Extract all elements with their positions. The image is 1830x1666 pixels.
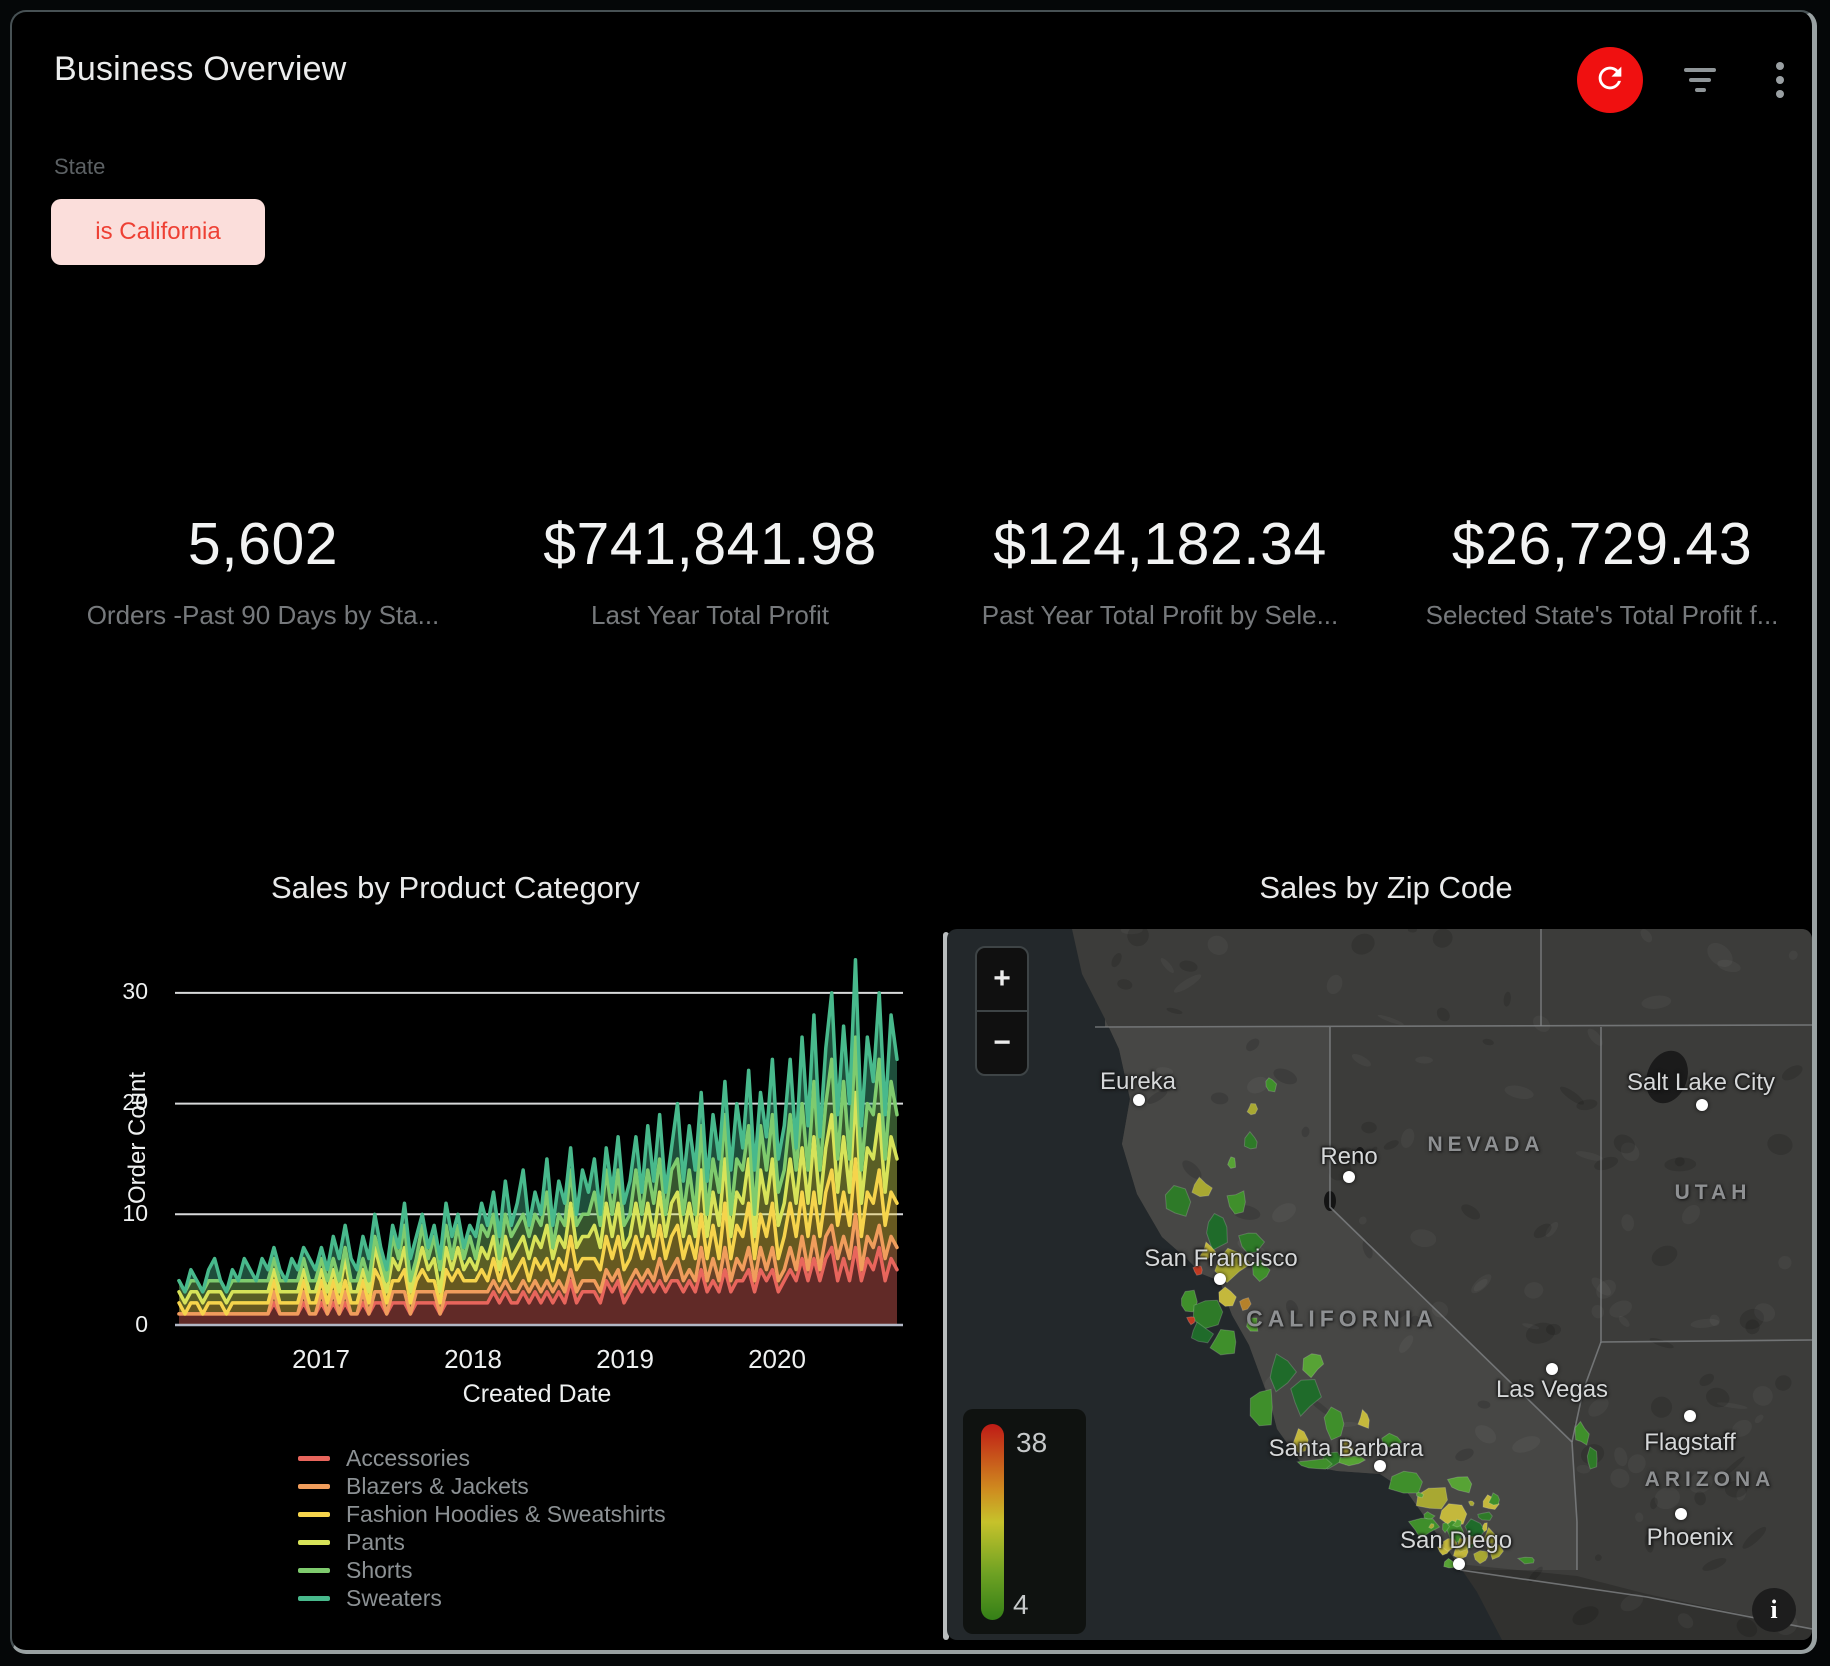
kpi-value: $26,729.43 bbox=[1377, 510, 1817, 578]
kebab-menu-icon bbox=[1776, 62, 1784, 70]
city-label-san-diego: San Diego bbox=[1400, 1527, 1512, 1555]
filter-label: State bbox=[54, 154, 105, 180]
category-area-chart[interactable] bbox=[175, 952, 903, 1330]
legend-swatch bbox=[298, 1512, 330, 1517]
x-tick-2019: 2019 bbox=[585, 1344, 665, 1375]
city-dot bbox=[1675, 1508, 1687, 1520]
zip-code-map[interactable]: Eureka Salt Lake City Reno San Francisco… bbox=[947, 929, 1812, 1640]
legend-swatch bbox=[298, 1568, 330, 1573]
legend-item[interactable]: Accessories bbox=[298, 1444, 666, 1472]
city-label-phoenix: Phoenix bbox=[1647, 1524, 1734, 1552]
city-dot bbox=[1684, 1410, 1696, 1422]
zoom-in-button[interactable]: + bbox=[977, 948, 1027, 1010]
state-label-nevada: NEVADA bbox=[1427, 1133, 1544, 1157]
kpi-last-year-profit: $741,841.98 Last Year Total Profit bbox=[485, 510, 935, 631]
page-title: Business Overview bbox=[54, 50, 347, 89]
legend-label: Accessories bbox=[346, 1445, 470, 1472]
x-tick-2018: 2018 bbox=[433, 1344, 513, 1375]
city-label-eureka: Eureka bbox=[1100, 1068, 1176, 1096]
y-tick-0: 0 bbox=[98, 1311, 148, 1338]
city-dot bbox=[1453, 1558, 1465, 1570]
legend-label: Pants bbox=[346, 1529, 405, 1556]
dashboard-window: Business Overview State is California 5,… bbox=[10, 10, 1817, 1654]
city-label-salt-lake-city: Salt Lake City bbox=[1627, 1069, 1775, 1097]
refresh-button[interactable] bbox=[1577, 47, 1643, 113]
x-tick-2017: 2017 bbox=[281, 1344, 361, 1375]
legend-label: Sweaters bbox=[346, 1585, 442, 1612]
legend-swatch bbox=[298, 1484, 330, 1489]
dashboard-menu-button[interactable] bbox=[1758, 58, 1802, 102]
legend-item[interactable]: Blazers & Jackets bbox=[298, 1472, 666, 1500]
kpi-value: $741,841.98 bbox=[485, 510, 935, 578]
state-label-utah: UTAH bbox=[1675, 1181, 1752, 1205]
legend-label: Shorts bbox=[346, 1557, 412, 1584]
map-chart-title: Sales by Zip Code bbox=[1241, 870, 1531, 906]
city-dot bbox=[1214, 1273, 1226, 1285]
legend-item[interactable]: Pants bbox=[298, 1528, 666, 1556]
kebab-menu-icon bbox=[1776, 76, 1784, 84]
city-label-las-vegas: Las Vegas bbox=[1496, 1376, 1608, 1404]
legend-item[interactable]: Fashion Hoodies & Sweatshirts bbox=[298, 1500, 666, 1528]
city-dot bbox=[1343, 1171, 1355, 1183]
kpi-label: Orders -Past 90 Days by Sta... bbox=[38, 600, 488, 631]
state-label-arizona: ARIZONA bbox=[1645, 1468, 1776, 1492]
map-info-button[interactable]: i bbox=[1752, 1588, 1796, 1632]
legend-label: Blazers & Jackets bbox=[346, 1473, 529, 1500]
state-label-california: CALIFORNIA bbox=[1246, 1306, 1438, 1333]
y-tick-30: 30 bbox=[98, 978, 148, 1005]
y-tick-10: 10 bbox=[98, 1200, 148, 1227]
zoom-out-button[interactable]: − bbox=[977, 1012, 1027, 1074]
kpi-label: Past Year Total Profit by Sele... bbox=[935, 600, 1385, 631]
kpi-label: Selected State's Total Profit f... bbox=[1377, 600, 1817, 631]
legend-label: Fashion Hoodies & Sweatshirts bbox=[346, 1501, 666, 1528]
map-zoom-control: + − bbox=[975, 946, 1029, 1076]
legend-item[interactable]: Shorts bbox=[298, 1556, 666, 1584]
legend-swatch bbox=[298, 1596, 330, 1601]
y-axis-label: Order Count bbox=[124, 1072, 152, 1204]
legend-swatch bbox=[298, 1540, 330, 1545]
city-dot bbox=[1696, 1099, 1708, 1111]
legend-item[interactable]: Sweaters bbox=[298, 1584, 666, 1612]
info-icon: i bbox=[1770, 1595, 1777, 1625]
scale-min-value: 4 bbox=[1013, 1589, 1029, 1621]
filter-button[interactable] bbox=[1678, 58, 1722, 102]
chart-legend: Accessories Blazers & Jackets Fashion Ho… bbox=[298, 1444, 666, 1612]
city-label-san-francisco: San Francisco bbox=[1144, 1245, 1297, 1273]
kpi-state-profit: $26,729.43 Selected State's Total Profit… bbox=[1377, 510, 1817, 631]
kpi-value: 5,602 bbox=[38, 510, 488, 578]
city-label-flagstaff: Flagstaff bbox=[1644, 1429, 1736, 1457]
city-label-santa-barbara: Santa Barbara bbox=[1269, 1435, 1424, 1463]
x-tick-2020: 2020 bbox=[737, 1344, 817, 1375]
city-dot bbox=[1546, 1363, 1558, 1375]
x-axis-label: Created Date bbox=[417, 1380, 657, 1409]
category-chart-title: Sales by Product Category bbox=[271, 870, 640, 906]
city-label-reno: Reno bbox=[1320, 1143, 1377, 1171]
map-color-scale: 38 4 bbox=[963, 1409, 1086, 1634]
filter-list-icon bbox=[1689, 78, 1711, 82]
scale-max-value: 38 bbox=[1016, 1427, 1047, 1459]
kebab-menu-icon bbox=[1776, 90, 1784, 98]
state-filter-chip[interactable]: is California bbox=[51, 199, 265, 265]
refresh-icon bbox=[1593, 61, 1627, 100]
kpi-orders: 5,602 Orders -Past 90 Days by Sta... bbox=[38, 510, 488, 631]
color-gradient-bar bbox=[981, 1424, 1004, 1620]
kpi-value: $124,182.34 bbox=[935, 510, 1385, 578]
kpi-past-year-profit: $124,182.34 Past Year Total Profit by Se… bbox=[935, 510, 1385, 631]
kpi-label: Last Year Total Profit bbox=[485, 600, 935, 631]
legend-swatch bbox=[298, 1456, 330, 1461]
filter-list-icon bbox=[1695, 88, 1706, 92]
filter-list-icon bbox=[1684, 68, 1716, 72]
